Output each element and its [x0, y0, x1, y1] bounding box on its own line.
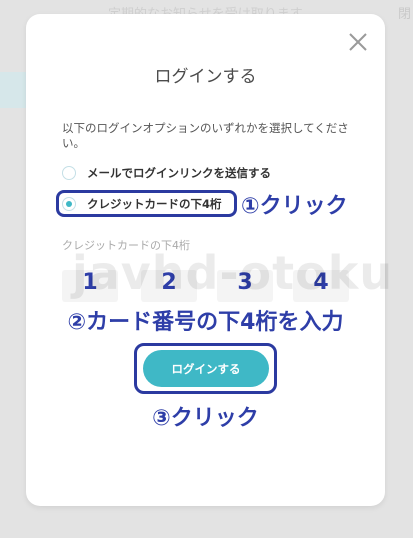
digit-input-1[interactable]: 1	[62, 270, 118, 302]
close-icon-svg	[349, 33, 367, 51]
card-field-label: クレジットカードの下4桁	[62, 239, 190, 252]
login-button[interactable]: ログインする	[143, 350, 269, 387]
digit-input-4[interactable]: 4	[293, 270, 349, 302]
login-instruction: 以下のログインオプションのいずれかを選択してください。	[62, 121, 349, 150]
digit-value-1: 1	[82, 270, 98, 295]
login-modal: ログインする 以下のログインオプションのいずれかを選択してください。 メールでロ…	[26, 14, 392, 506]
option-email-link-label: メールでログインリンクを送信する	[87, 166, 271, 180]
option-email-link[interactable]: メールでログインリンクを送信する	[62, 163, 271, 183]
annotation-step2: ②カード番号の下4桁を入力	[67, 310, 344, 335]
close-icon[interactable]	[346, 30, 370, 54]
digit-input-2[interactable]: 2	[141, 270, 197, 302]
highlight-box-option	[56, 190, 237, 217]
digit-value-2: 2	[161, 270, 177, 295]
digit-value-4: 4	[313, 270, 329, 295]
background-corner-text: 閉	[397, 7, 411, 22]
radio-email-link[interactable]	[62, 166, 76, 180]
annotation-step1: ①クリック	[241, 194, 348, 219]
background-band	[0, 72, 26, 108]
modal-title: ログインする	[154, 67, 257, 87]
digit-input-3[interactable]: 3	[217, 270, 273, 302]
digit-value-3: 3	[237, 270, 253, 295]
annotation-step3: ③クリック	[152, 406, 259, 431]
